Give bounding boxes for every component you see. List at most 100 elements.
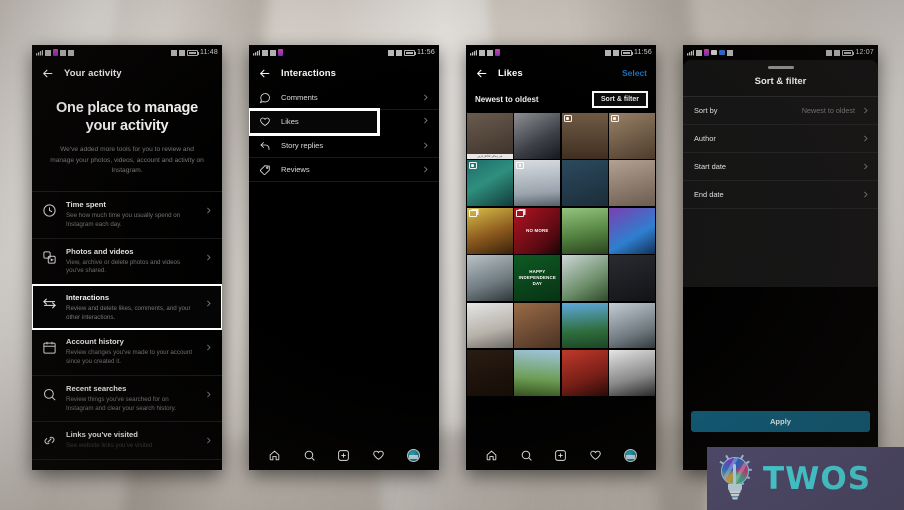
grid-thumbnail[interactable] [561,113,608,159]
profile-avatar[interactable] [624,448,638,462]
heart-icon[interactable] [372,449,385,462]
list-item-title: Photos and videos [66,246,134,256]
list-item-links-visited[interactable]: Links you've visited See website links y… [32,422,222,461]
thumbnail-image [609,207,655,254]
calendar-icon [43,342,56,354]
phone-screen-interactions: 11:56 Interactions Comments Likes Story … [249,45,439,470]
back-arrow-icon[interactable] [41,67,54,80]
add-icon[interactable] [337,449,350,462]
list-item-recent-searches[interactable]: Recent searches Review things you've sea… [32,376,222,423]
filter-row-end-date[interactable]: End date [683,180,878,209]
grid-thumbnail[interactable]: نئی زندگی کا آغاز کریں [467,113,513,159]
grid-thumbnail[interactable] [609,207,655,254]
profile-avatar[interactable] [407,448,421,462]
chevron-right-icon [207,437,211,444]
home-icon[interactable] [268,449,281,462]
search-icon[interactable] [303,449,316,462]
battery-icon [404,49,416,56]
sheet-grabber[interactable] [767,66,794,69]
grid-thumbnail[interactable] [561,349,608,396]
grid-thumbnail[interactable] [561,302,608,349]
thumbnail-caption: نئی زندگی کا آغاز کریں [467,153,513,159]
filter-row-author[interactable]: Author [683,124,878,153]
list-item-likes[interactable]: Likes [249,108,380,136]
signal-icon [253,50,260,56]
grid-thumbnail[interactable] [561,160,608,207]
hero-banner: One place to manage your activity We've … [32,86,222,193]
app-bar: Interactions [249,60,439,86]
chevron-right-icon [424,166,428,173]
hero-subtitle: We've added more tools for you to review… [50,146,204,174]
grid-thumbnail[interactable] [514,302,561,349]
filter-value: Newest to oldest [801,105,855,115]
list-item-time-spent[interactable]: Time spent See how much time you usually… [32,192,222,239]
grid-thumbnail[interactable] [467,207,513,254]
list-item-story-replies[interactable]: Story replies [249,134,439,158]
home-icon[interactable] [485,449,498,462]
grid-thumbnail[interactable] [609,160,655,207]
battery-icon [842,49,855,56]
filter-row-start-date[interactable]: Start date [683,152,878,181]
page-title: Your activity [64,67,122,79]
grid-thumbnail[interactable] [467,302,513,349]
back-arrow-icon[interactable] [475,67,488,80]
chevron-right-icon [864,107,868,113]
thumbnail-image [467,302,513,349]
grid-thumbnail[interactable] [561,255,608,301]
download-icon [487,49,493,56]
grid-thumbnail[interactable] [514,160,561,207]
app-bar: Your activity [32,60,222,86]
grid-thumbnail[interactable] [609,113,655,159]
interactions-icon [43,298,56,309]
grid-thumbnail[interactable] [561,207,608,254]
list-item-label: Story replies [281,141,324,150]
back-arrow-icon[interactable] [258,67,271,80]
photos-icon [43,250,56,264]
list-item-comments[interactable]: Comments [249,86,439,110]
chevron-right-icon [424,94,428,101]
sim-icon [278,49,283,56]
grid-thumbnail[interactable] [514,113,561,159]
apply-button[interactable]: Apply [691,411,870,432]
phone-screen-likes: 11:56 Likes Select Newest to oldest Sort… [466,45,656,470]
list-item-interactions[interactable]: Interactions Review and delete likes, co… [32,284,222,331]
sort-and-filter-button[interactable]: Sort & filter [591,91,648,108]
grid-thumbnail[interactable] [467,160,513,207]
chevron-right-icon [207,254,211,261]
list-item-photos-and-videos[interactable]: Photos and videos View, archive or delet… [32,239,222,286]
thumbnail-image [467,349,513,396]
grid-thumbnail[interactable] [514,349,561,396]
chevron-right-icon [864,163,868,169]
list-item-reviews[interactable]: Reviews [249,158,439,182]
grid-thumbnail[interactable]: NO MORE [514,207,561,254]
signal-icon [687,50,694,56]
search-icon[interactable] [520,449,533,462]
wifi-icon [262,49,268,56]
list-item-subtitle: Review and delete likes, comments, and y… [66,305,191,321]
add-icon[interactable] [554,449,567,462]
grid-thumbnail[interactable] [609,255,655,301]
grid-thumbnail[interactable]: HAPPY INDEPENDENCE DAY [514,255,561,301]
phone-screen-your-activity: 11:48 Your activity One place to manage … [32,45,222,470]
status-bar: 11:56 [249,45,439,60]
filter-row-sort-by[interactable]: Sort by Newest to oldest [683,96,878,125]
bottom-nav-bar [249,440,439,470]
thumbnail-image [609,302,655,349]
chevron-right-icon [424,117,428,124]
screenshot-icon [711,50,717,55]
grid-thumbnail[interactable] [609,349,655,396]
watermark-badge: TWOS [707,447,904,510]
grid-thumbnail[interactable] [609,302,655,349]
activity-list: Time spent See how much time you usually… [32,192,222,461]
bluetooth-icon [179,49,185,56]
grid-thumbnail[interactable] [467,349,513,396]
select-button[interactable]: Select [622,68,647,78]
list-item-account-history[interactable]: Account history Review changes you've ma… [32,329,222,376]
video-icon [516,162,525,170]
status-time: 12:07 [855,49,874,56]
heart-icon[interactable] [589,449,602,462]
reply-icon [260,141,270,150]
signal-icon [470,50,477,56]
carousel-icon [469,209,477,217]
grid-thumbnail[interactable] [467,255,513,301]
